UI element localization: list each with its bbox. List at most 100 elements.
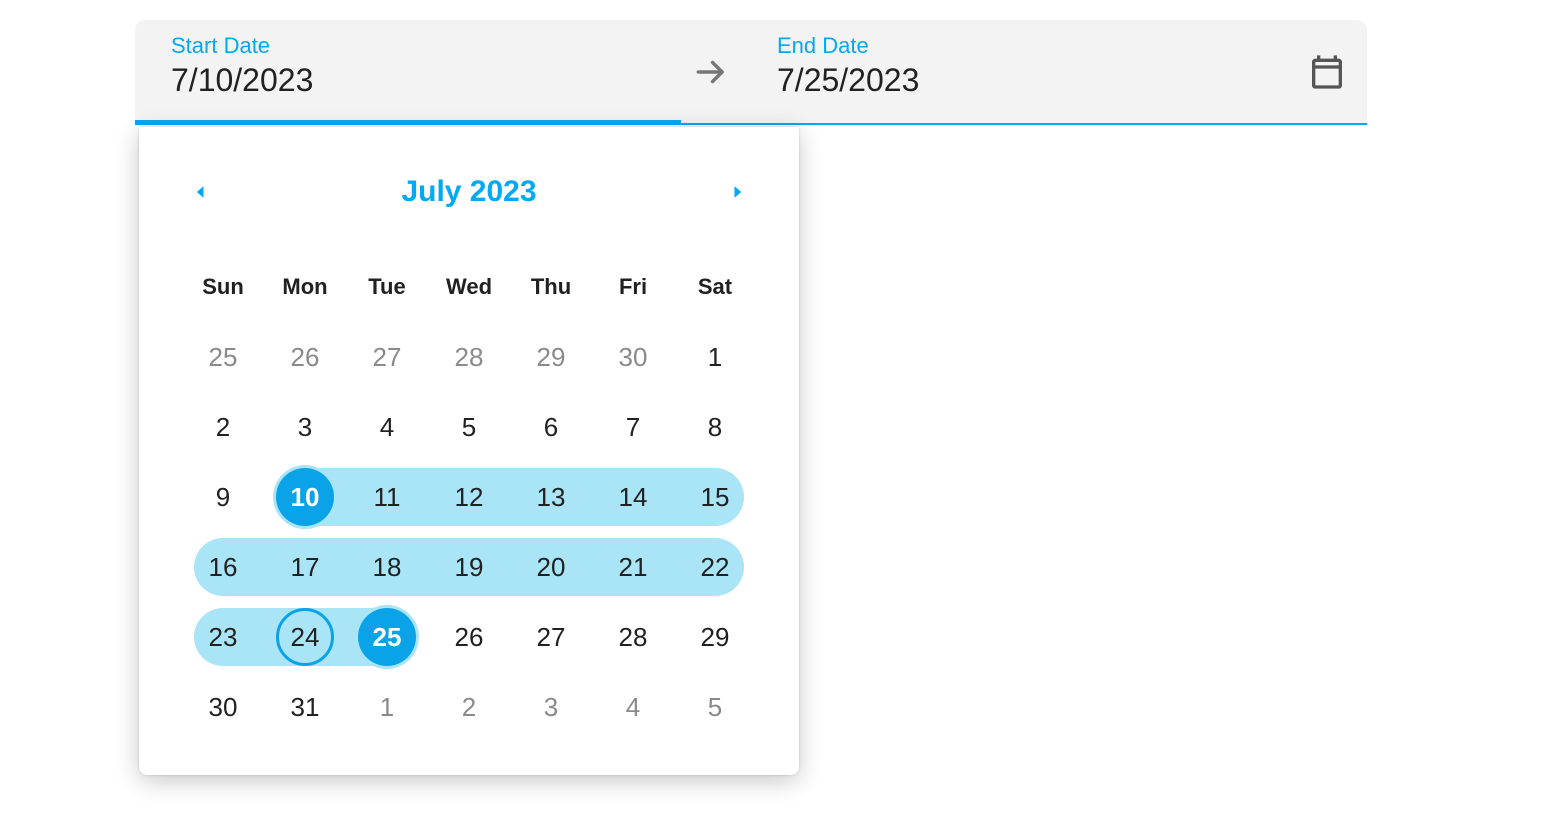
calendar-day[interactable]: 16 <box>182 533 264 601</box>
calendar-day-number: 4 <box>604 678 662 736</box>
calendar-day[interactable]: 4 <box>592 673 674 741</box>
calendar-day-number: 27 <box>358 328 416 386</box>
calendar-day[interactable]: 12 <box>428 463 510 531</box>
calendar-day[interactable]: 1 <box>674 323 756 391</box>
calendar-day-number: 7 <box>604 398 662 456</box>
calendar-day[interactable]: 22 <box>674 533 756 601</box>
calendar-day[interactable]: 27 <box>346 323 428 391</box>
start-date-label: Start Date <box>171 34 681 58</box>
calendar-day[interactable]: 19 <box>428 533 510 601</box>
calendar-day[interactable]: 5 <box>428 393 510 461</box>
calendar-day-number: 11 <box>358 468 416 526</box>
calendar-day-number: 14 <box>604 468 662 526</box>
calendar-day-number: 2 <box>440 678 498 736</box>
end-date-label: End Date <box>777 34 1287 58</box>
calendar-day-number: 28 <box>604 608 662 666</box>
weekday-header: Sat <box>674 253 756 321</box>
month-title[interactable]: July 2023 <box>401 175 536 209</box>
arrow-right-icon <box>681 20 741 123</box>
calendar-day[interactable]: 13 <box>510 463 592 531</box>
calendar-day[interactable]: 4 <box>346 393 428 461</box>
calendar-day-number: 30 <box>194 678 252 736</box>
calendar-day-number: 9 <box>194 468 252 526</box>
month-header: July 2023 <box>179 165 759 219</box>
calendar-day-number: 6 <box>522 398 580 456</box>
calendar-day[interactable]: 24 <box>264 603 346 671</box>
calendar-day-number: 25 <box>358 608 416 666</box>
calendar-day[interactable]: 3 <box>510 673 592 741</box>
calendar-day-number: 13 <box>522 468 580 526</box>
calendar-day[interactable]: 30 <box>182 673 264 741</box>
calendar-day-number: 21 <box>604 538 662 596</box>
calendar-day-number: 15 <box>686 468 744 526</box>
weekday-header: Fri <box>592 253 674 321</box>
calendar-day-number: 1 <box>358 678 416 736</box>
start-date-field[interactable]: Start Date 7/10/2023 <box>135 20 681 123</box>
calendar-day[interactable]: 30 <box>592 323 674 391</box>
calendar-day[interactable]: 25 <box>182 323 264 391</box>
calendar-day-number: 29 <box>522 328 580 386</box>
calendar-day[interactable]: 2 <box>182 393 264 461</box>
calendar-day-number: 20 <box>522 538 580 596</box>
calendar-day[interactable]: 31 <box>264 673 346 741</box>
calendar-day[interactable]: 1 <box>346 673 428 741</box>
calendar-day-number: 5 <box>440 398 498 456</box>
calendar-day[interactable]: 10 <box>264 463 346 531</box>
calendar-day[interactable]: 9 <box>182 463 264 531</box>
calendar-day-number: 24 <box>276 608 334 666</box>
calendar-day[interactable]: 5 <box>674 673 756 741</box>
calendar-day-number: 26 <box>276 328 334 386</box>
calendar-day-number: 4 <box>358 398 416 456</box>
next-month-button[interactable] <box>715 170 759 214</box>
calendar-day-number: 12 <box>440 468 498 526</box>
calendar-day-number: 8 <box>686 398 744 456</box>
calendar-day[interactable]: 15 <box>674 463 756 531</box>
calendar-day-number: 23 <box>194 608 252 666</box>
calendar-day[interactable]: 23 <box>182 603 264 671</box>
weekday-header: Wed <box>428 253 510 321</box>
end-date-field[interactable]: End Date 7/25/2023 <box>741 20 1287 123</box>
calendar-day-number: 10 <box>276 468 334 526</box>
calendar-day[interactable]: 8 <box>674 393 756 461</box>
calendar-day[interactable]: 7 <box>592 393 674 461</box>
calendar-day-number: 2 <box>194 398 252 456</box>
calendar-day-number: 19 <box>440 538 498 596</box>
calendar-day[interactable]: 29 <box>510 323 592 391</box>
calendar-day-number: 22 <box>686 538 744 596</box>
calendar-day[interactable]: 17 <box>264 533 346 601</box>
weekday-header: Thu <box>510 253 592 321</box>
calendar-day-number: 1 <box>686 328 744 386</box>
calendar-day[interactable]: 18 <box>346 533 428 601</box>
calendar-day[interactable]: 6 <box>510 393 592 461</box>
calendar-day[interactable]: 2 <box>428 673 510 741</box>
calendar-popup: July 2023 SunMonTueWedThuFriSat252627282… <box>139 127 799 775</box>
calendar-day[interactable]: 28 <box>428 323 510 391</box>
calendar-day[interactable]: 11 <box>346 463 428 531</box>
calendar-day[interactable]: 21 <box>592 533 674 601</box>
calendar-day[interactable]: 3 <box>264 393 346 461</box>
calendar-day-number: 17 <box>276 538 334 596</box>
calendar-day[interactable]: 28 <box>592 603 674 671</box>
calendar-day[interactable]: 26 <box>264 323 346 391</box>
calendar-icon[interactable] <box>1287 20 1367 123</box>
start-date-value: 7/10/2023 <box>171 62 681 99</box>
calendar-day[interactable]: 20 <box>510 533 592 601</box>
calendar-day-number: 18 <box>358 538 416 596</box>
calendar-day-number: 26 <box>440 608 498 666</box>
calendar-day[interactable]: 26 <box>428 603 510 671</box>
calendar-day-number: 27 <box>522 608 580 666</box>
calendar-grid: SunMonTueWedThuFriSat2526272829301234567… <box>179 253 759 741</box>
weekday-header: Tue <box>346 253 428 321</box>
calendar-day-number: 28 <box>440 328 498 386</box>
calendar-day[interactable]: 14 <box>592 463 674 531</box>
calendar-day-number: 30 <box>604 328 662 386</box>
weekday-header: Mon <box>264 253 346 321</box>
calendar-day[interactable]: 25 <box>346 603 428 671</box>
calendar-day[interactable]: 29 <box>674 603 756 671</box>
calendar-day-number: 3 <box>276 398 334 456</box>
calendar-day-number: 5 <box>686 678 744 736</box>
prev-month-button[interactable] <box>179 170 223 214</box>
calendar-day-number: 3 <box>522 678 580 736</box>
calendar-day-number: 25 <box>194 328 252 386</box>
calendar-day[interactable]: 27 <box>510 603 592 671</box>
